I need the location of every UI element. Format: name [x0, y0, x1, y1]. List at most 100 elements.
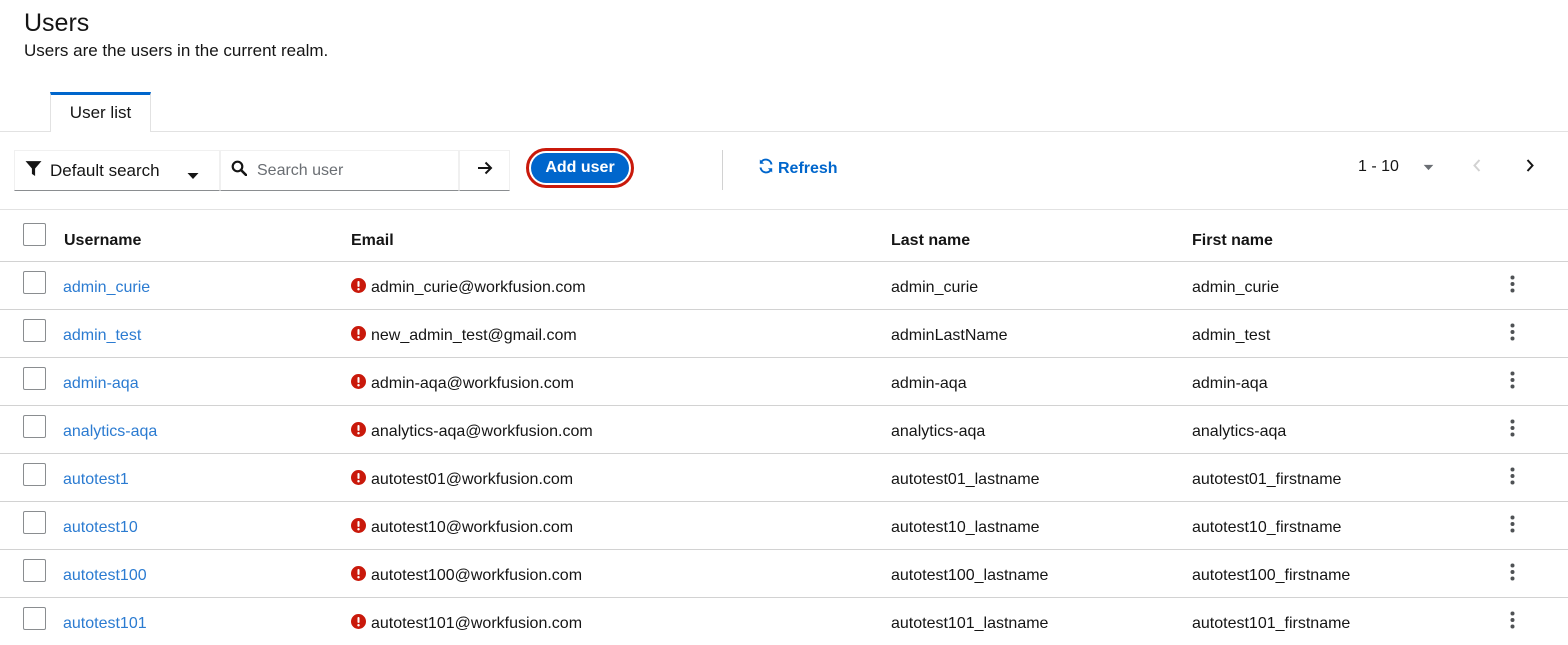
exclamation-circle-icon [351, 326, 366, 346]
exclamation-circle-icon [351, 614, 366, 634]
search-submit-button[interactable] [459, 150, 510, 191]
email-cell: analytics-aqa@workfusion.com [351, 422, 593, 442]
exclamation-circle-icon [351, 470, 366, 490]
first-name-cell: analytics-aqa [1192, 423, 1287, 440]
username-link[interactable]: autotest1 [63, 471, 129, 489]
username-link[interactable]: analytics-aqa [63, 423, 157, 441]
tab-bar: User list [0, 92, 1568, 134]
table-row: admin_test new_admin_test@gmail.com adminL… [0, 310, 1568, 358]
table-row: admin-aqa admin-aqa@workfusion.com admin-a… [0, 358, 1568, 406]
email-cell: new_admin_test@gmail.com [351, 326, 577, 346]
first-name-cell: autotest100_firstname [1192, 567, 1351, 584]
filter-icon [25, 160, 42, 182]
email-value: autotest100@workfusion.com [371, 567, 583, 584]
email-value: admin_curie@workfusion.com [371, 279, 586, 296]
search-icon [231, 160, 248, 181]
kebab-icon [1510, 323, 1515, 346]
refresh-label: Refresh [778, 159, 838, 177]
pagination-toggle[interactable]: 1 - 10 [1358, 158, 1434, 176]
username-link[interactable]: autotest100 [63, 567, 147, 585]
kebab-icon [1510, 371, 1515, 394]
arrow-right-icon [477, 161, 493, 180]
email-cell: autotest101@workfusion.com [351, 614, 582, 634]
row-checkbox[interactable] [23, 367, 46, 390]
exclamation-circle-icon [351, 518, 366, 538]
row-actions-kebab-button[interactable] [1500, 610, 1524, 634]
first-name-cell: autotest10_firstname [1192, 519, 1342, 536]
last-name-cell: autotest101_lastname [891, 615, 1049, 632]
last-name-cell: autotest100_lastname [891, 567, 1049, 584]
search-box [220, 150, 459, 191]
first-name-cell: autotest01_firstname [1192, 471, 1342, 488]
caret-down-icon [1423, 158, 1434, 176]
previous-page-button[interactable] [1465, 156, 1489, 180]
username-link[interactable]: autotest10 [63, 519, 138, 537]
first-name-cell: admin_test [1192, 327, 1271, 344]
row-checkbox[interactable] [23, 319, 46, 342]
column-header-username: Username [64, 232, 142, 249]
kebab-icon [1510, 275, 1515, 298]
row-checkbox[interactable] [23, 271, 46, 294]
add-user-button[interactable]: Add user [526, 148, 634, 188]
row-actions-kebab-button[interactable] [1500, 562, 1524, 586]
search-type-dropdown[interactable]: Default search [14, 150, 220, 191]
page-subtitle: Users are the users in the current realm… [24, 41, 329, 60]
username-link[interactable]: admin_curie [63, 279, 150, 297]
row-checkbox[interactable] [23, 463, 46, 486]
row-checkbox[interactable] [23, 511, 46, 534]
search-type-label: Default search [50, 160, 160, 180]
row-checkbox[interactable] [23, 559, 46, 582]
users-table: Username Email Last name First name admi… [0, 210, 1568, 645]
email-value: autotest10@workfusion.com [371, 519, 574, 536]
last-name-cell: autotest10_lastname [891, 519, 1040, 536]
email-cell: autotest01@workfusion.com [351, 470, 573, 490]
last-name-cell: autotest01_lastname [891, 471, 1040, 488]
first-name-cell: autotest101_firstname [1192, 615, 1351, 632]
column-header-last-name: Last name [891, 232, 971, 249]
row-actions-kebab-button[interactable] [1500, 322, 1524, 346]
caret-down-icon [187, 167, 199, 185]
row-actions-kebab-button[interactable] [1500, 514, 1524, 538]
table-row: analytics-aqa analytics-aqa@workfusion.co… [0, 406, 1568, 454]
tab-user-list[interactable]: User list [50, 92, 151, 134]
table-body: admin_curie admin_curie@workfusion.comadm… [0, 262, 1568, 645]
table-row: autotest1 autotest01@workfusion.com autote… [0, 454, 1568, 502]
last-name-cell: adminLastName [891, 327, 1008, 344]
username-link[interactable]: autotest101 [63, 615, 147, 633]
email-cell: admin_curie@workfusion.com [351, 278, 586, 298]
email-cell: autotest100@workfusion.com [351, 566, 582, 586]
exclamation-circle-icon [351, 374, 366, 394]
table-header: Username Email Last name First name [0, 210, 1568, 262]
email-value: autotest101@workfusion.com [371, 615, 583, 632]
last-name-cell: analytics-aqa [891, 423, 986, 440]
row-actions-kebab-button[interactable] [1500, 274, 1524, 298]
chevron-right-icon [1526, 159, 1534, 177]
row-actions-kebab-button[interactable] [1500, 418, 1524, 442]
exclamation-circle-icon [351, 566, 366, 586]
email-value: admin-aqa@workfusion.com [371, 375, 574, 392]
refresh-icon [758, 158, 778, 179]
column-header-email: Email [351, 232, 394, 249]
row-checkbox[interactable] [23, 415, 46, 438]
column-header-first-name: First name [1192, 232, 1273, 249]
refresh-button[interactable]: Refresh [758, 158, 838, 179]
next-page-button[interactable] [1518, 156, 1542, 180]
table-row: autotest10 autotest10@workfusion.com autot… [0, 502, 1568, 550]
exclamation-circle-icon [351, 422, 366, 442]
username-link[interactable]: admin_test [63, 327, 141, 345]
table-row: admin_curie admin_curie@workfusion.com adm… [0, 262, 1568, 310]
exclamation-circle-icon [351, 278, 366, 298]
email-cell: autotest10@workfusion.com [351, 518, 573, 538]
toolbar: Default search Add user Refresh 1 - 10 [0, 133, 1568, 210]
row-actions-kebab-button[interactable] [1500, 370, 1524, 394]
email-value: autotest01@workfusion.com [371, 471, 574, 488]
add-user-label: Add user [531, 153, 629, 183]
username-link[interactable]: admin-aqa [63, 375, 139, 393]
select-all-checkbox[interactable] [23, 223, 46, 246]
pagination-label: 1 - 10 [1358, 158, 1399, 175]
table-row: autotest100 autotest100@workfusion.com aut… [0, 550, 1568, 598]
search-input[interactable] [257, 161, 447, 180]
row-actions-kebab-button[interactable] [1500, 466, 1524, 490]
kebab-icon [1510, 419, 1515, 442]
row-checkbox[interactable] [23, 607, 46, 630]
